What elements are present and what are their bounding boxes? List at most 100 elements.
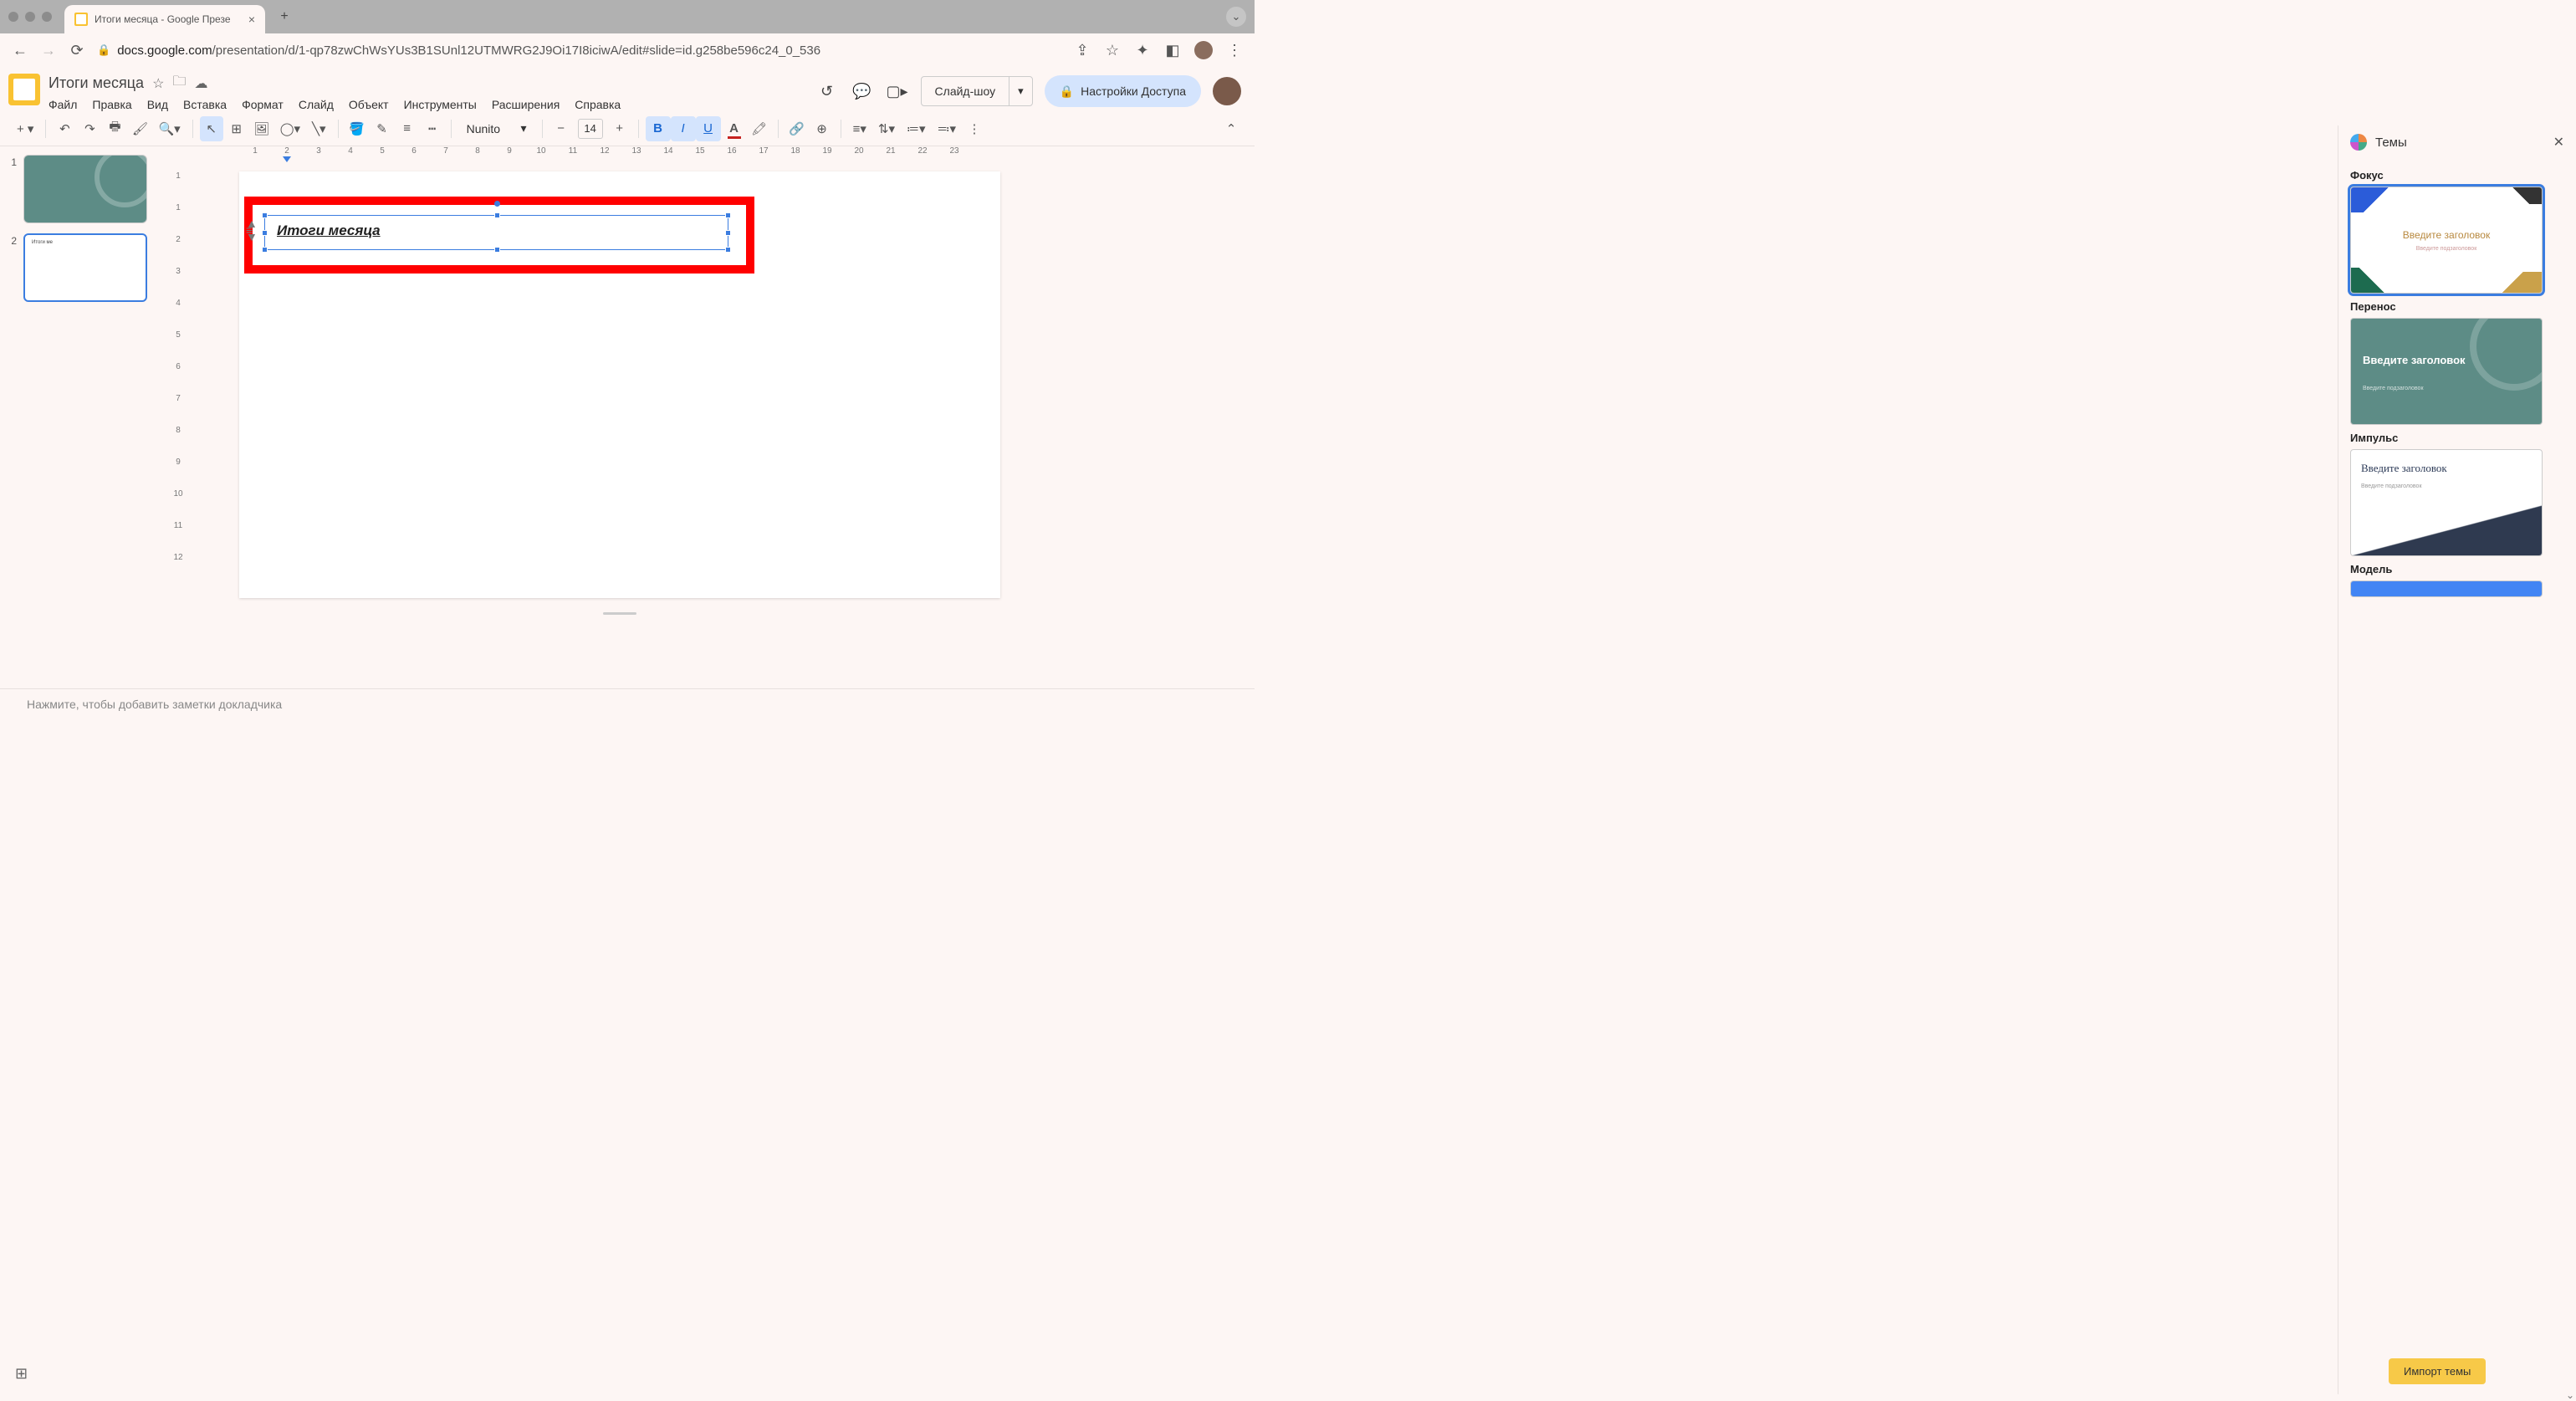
- import-theme-button[interactable]: Импорт темы: [2389, 1358, 2486, 1384]
- comments-icon[interactable]: 💬: [851, 79, 874, 103]
- close-panel-icon[interactable]: ✕: [2553, 134, 2564, 151]
- menu-slide[interactable]: Слайд: [299, 98, 334, 111]
- slide-canvas[interactable]: ▲≡▼ Итоги месяца: [239, 171, 1000, 598]
- slide-thumbnail[interactable]: [23, 155, 147, 223]
- line-spacing-button[interactable]: ⇅▾: [873, 116, 900, 141]
- theme-card[interactable]: [2350, 580, 2543, 597]
- menu-object[interactable]: Объект: [349, 98, 389, 111]
- theme-card[interactable]: Введите заголовок Введите подзаголовок: [2350, 449, 2543, 556]
- border-color-button[interactable]: ✎: [371, 116, 394, 141]
- speaker-notes[interactable]: Нажмите, чтобы добавить заметки докладчи…: [0, 688, 1255, 722]
- resize-handle[interactable]: [725, 247, 731, 253]
- text-color-button[interactable]: A: [723, 116, 746, 141]
- undo-button[interactable]: ↶: [53, 116, 76, 141]
- select-tool[interactable]: ↖: [200, 116, 223, 141]
- browser-tab[interactable]: Итоги месяца - Google Презе ×: [64, 5, 265, 33]
- move-folder-icon[interactable]: 🗀: [172, 72, 186, 95]
- comment-button[interactable]: ⊕: [810, 116, 834, 141]
- border-dash-button[interactable]: ┅: [421, 116, 444, 141]
- menu-edit[interactable]: Правка: [92, 98, 131, 111]
- decrease-font-button[interactable]: −: [549, 116, 573, 141]
- slide-thumbnail[interactable]: Итоги ме: [23, 233, 147, 302]
- share-page-icon[interactable]: ⇪: [1074, 42, 1091, 59]
- tab-close-icon[interactable]: ×: [248, 13, 255, 26]
- highlight-button[interactable]: 🖍: [748, 116, 771, 141]
- more-button[interactable]: ⋮: [963, 116, 986, 141]
- redo-button[interactable]: ↷: [78, 116, 101, 141]
- sidepanel-icon[interactable]: ◧: [1164, 42, 1181, 59]
- menu-extensions[interactable]: Расширения: [492, 98, 560, 111]
- resize-handle[interactable]: [262, 230, 268, 236]
- fill-color-button[interactable]: 🪣: [345, 116, 369, 141]
- resize-handle[interactable]: [725, 230, 731, 236]
- menu-help[interactable]: Справка: [575, 98, 621, 111]
- zoom-button[interactable]: 🔍▾: [153, 116, 185, 141]
- border-weight-button[interactable]: ≡: [396, 116, 419, 141]
- bookmark-icon[interactable]: ☆: [1104, 42, 1121, 59]
- font-size-input[interactable]: 14: [578, 119, 603, 139]
- close-window-icon[interactable]: [8, 12, 18, 22]
- maximize-window-icon[interactable]: [42, 12, 52, 22]
- paint-format-button[interactable]: 🖌: [128, 116, 151, 141]
- present-camera-icon[interactable]: ▢▸: [886, 79, 909, 103]
- rotate-handle-icon[interactable]: [494, 201, 500, 207]
- history-icon[interactable]: ↺: [815, 79, 839, 103]
- extensions-icon[interactable]: ✦: [1134, 42, 1151, 59]
- number-list-button[interactable]: ≕▾: [933, 116, 962, 141]
- filmstrip-slide[interactable]: 1: [7, 155, 161, 223]
- url-field[interactable]: 🔒 docs.google.com/presentation/d/1-qp78z…: [97, 43, 1062, 58]
- back-button[interactable]: ←: [12, 42, 28, 59]
- star-icon[interactable]: ☆: [152, 75, 164, 92]
- slideshow-button[interactable]: Слайд-шоу ▾: [921, 76, 1033, 106]
- title-textbox[interactable]: Итоги месяца: [264, 215, 728, 250]
- account-avatar-icon[interactable]: [1213, 77, 1241, 105]
- link-button[interactable]: 🔗: [785, 116, 809, 141]
- menu-view[interactable]: Вид: [147, 98, 168, 111]
- theme-card[interactable]: Введите заголовок Введите подзаголовок: [2350, 318, 2543, 425]
- bullet-list-button[interactable]: ≔▾: [902, 116, 931, 141]
- align-button[interactable]: ≡▾: [848, 116, 871, 141]
- slideshow-dropdown-icon[interactable]: ▾: [1009, 84, 1032, 98]
- collapse-toolbar-icon[interactable]: ⌃: [1219, 116, 1243, 141]
- chrome-menu-icon[interactable]: ⋮: [1226, 42, 1243, 59]
- explore-grid-icon[interactable]: ⊞: [15, 1365, 28, 1383]
- bold-button[interactable]: B: [646, 116, 671, 141]
- menu-insert[interactable]: Вставка: [183, 98, 227, 111]
- resize-handle[interactable]: [262, 247, 268, 253]
- textbox-tool[interactable]: ⊞: [225, 116, 248, 141]
- forward-button[interactable]: →: [40, 42, 57, 59]
- print-button[interactable]: 🖶: [103, 116, 126, 141]
- minimize-window-icon[interactable]: [25, 12, 35, 22]
- reload-button[interactable]: ⟳: [69, 42, 85, 59]
- font-family-select[interactable]: Nunito▾: [458, 121, 535, 135]
- title-text[interactable]: Итоги месяца: [265, 216, 728, 246]
- new-tab-button[interactable]: +: [273, 6, 295, 28]
- line-tool[interactable]: ╲▾: [307, 116, 331, 141]
- slide-stage[interactable]: ▲≡▼ Итоги месяца: [189, 165, 1255, 688]
- italic-button[interactable]: I: [671, 116, 696, 141]
- underline-button[interactable]: U: [696, 116, 721, 141]
- share-button[interactable]: 🔒 Настройки Доступа: [1045, 75, 1201, 107]
- shape-tool[interactable]: ◯▾: [275, 116, 305, 141]
- menu-format[interactable]: Формат: [242, 98, 284, 111]
- theme-label: Импульс: [2350, 432, 2564, 444]
- cloud-status-icon[interactable]: ☁: [194, 75, 207, 92]
- filmstrip-slide[interactable]: 2 Итоги ме: [7, 233, 161, 302]
- document-title[interactable]: Итоги месяца: [49, 74, 144, 92]
- autofit-handle-icon[interactable]: ▲≡▼: [246, 220, 258, 240]
- resize-handle[interactable]: [494, 247, 500, 253]
- new-slide-button[interactable]: + ▾: [12, 116, 38, 141]
- image-tool[interactable]: 🖼: [250, 116, 273, 141]
- increase-font-button[interactable]: +: [608, 116, 631, 141]
- tabs-overflow-icon[interactable]: ⌄: [1226, 7, 1246, 27]
- menu-file[interactable]: Файл: [49, 98, 77, 111]
- resize-handle[interactable]: [262, 212, 268, 218]
- indent-marker-icon[interactable]: [283, 156, 291, 162]
- scroll-down-icon[interactable]: ⌄: [2566, 1389, 2574, 1401]
- theme-card[interactable]: Введите заголовокВведите подзаголовок: [2350, 187, 2543, 294]
- menu-tools[interactable]: Инструменты: [404, 98, 477, 111]
- resize-handle[interactable]: [494, 212, 500, 218]
- slides-logo-icon[interactable]: [8, 74, 40, 105]
- profile-avatar-icon[interactable]: [1194, 41, 1213, 59]
- resize-handle[interactable]: [725, 212, 731, 218]
